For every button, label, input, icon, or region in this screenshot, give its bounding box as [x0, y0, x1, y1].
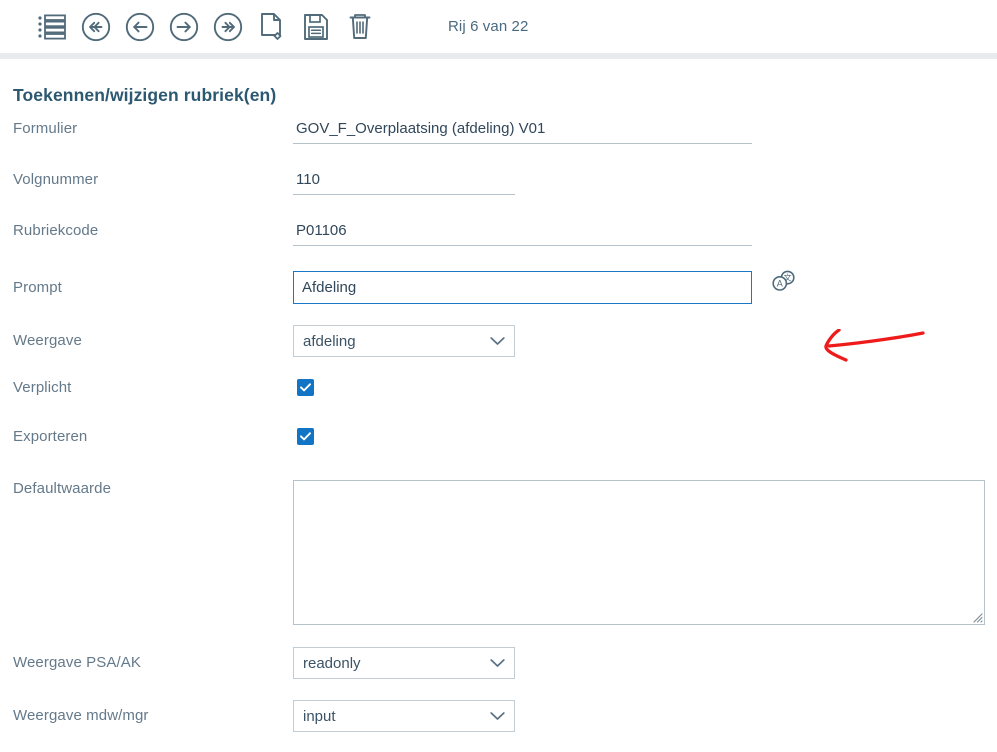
- toolbar-separator: [0, 53, 997, 59]
- weergave-psa-ak-select-wrapper: readonly: [293, 647, 515, 679]
- label-formulier: Formulier: [13, 120, 78, 137]
- volgnummer-input[interactable]: [293, 171, 515, 195]
- defaultwaarde-wrapper: [293, 480, 985, 625]
- label-volgnummer: Volgnummer: [13, 171, 99, 188]
- defaultwaarde-textarea[interactable]: [293, 480, 985, 625]
- last-record-icon[interactable]: [206, 5, 250, 49]
- row-counter: Rij 6 van 22: [448, 18, 529, 35]
- delete-icon[interactable]: [338, 5, 382, 49]
- form-page: Toekennen/wijzigen rubriek(en) Formulier…: [0, 85, 997, 732]
- rubriek-form: Formulier Volgnummer Rubriekcode Prompt: [0, 120, 997, 732]
- field-row-formulier: Formulier: [0, 120, 997, 144]
- save-icon[interactable]: [294, 5, 338, 49]
- exporteren-checkbox[interactable]: [297, 428, 314, 445]
- label-rubriekcode: Rubriekcode: [13, 222, 99, 239]
- label-prompt: Prompt: [13, 279, 62, 296]
- weergave-mdw-mgr-select-wrapper: input: [293, 700, 515, 732]
- label-weergave-mdw-mgr: Weergave mdw/mgr: [13, 707, 149, 724]
- prompt-input[interactable]: [293, 271, 752, 304]
- weergave-select[interactable]: afdeling: [293, 325, 515, 357]
- field-row-defaultwaarde: Defaultwaarde: [0, 480, 997, 625]
- rubriekcode-input[interactable]: [293, 222, 752, 246]
- field-row-weergave-psa-ak: Weergave PSA/AK readonly: [0, 647, 997, 679]
- field-row-prompt: Prompt 文 A: [0, 268, 997, 304]
- field-row-rubriekcode: Rubriekcode: [0, 222, 997, 246]
- weergave-select-wrapper: afdeling: [293, 325, 515, 357]
- verplicht-checkbox[interactable]: [297, 379, 314, 396]
- weergave-psa-ak-select[interactable]: readonly: [293, 647, 515, 679]
- label-weergave-psa-ak: Weergave PSA/AK: [13, 654, 141, 671]
- weergave-mdw-mgr-select[interactable]: input: [293, 700, 515, 732]
- svg-text:A: A: [777, 279, 783, 289]
- field-row-weergave: Weergave afdeling: [0, 325, 997, 362]
- field-row-volgnummer: Volgnummer: [0, 171, 997, 195]
- label-weergave: Weergave: [13, 332, 82, 349]
- field-row-exporteren: Exporteren: [0, 428, 997, 446]
- next-record-icon[interactable]: [162, 5, 206, 49]
- field-row-weergave-mdw-mgr: Weergave mdw/mgr input: [0, 700, 997, 732]
- page-title: Toekennen/wijzigen rubriek(en): [13, 85, 277, 105]
- label-verplicht: Verplicht: [13, 379, 72, 396]
- label-defaultwaarde: Defaultwaarde: [13, 480, 112, 497]
- label-exporteren: Exporteren: [13, 428, 88, 445]
- toolbar: Rij 6 van 22: [0, 0, 997, 53]
- new-document-icon[interactable]: [250, 5, 294, 49]
- first-record-icon[interactable]: [74, 5, 118, 49]
- list-view-icon[interactable]: [30, 5, 74, 49]
- red-arrow-annotation: [824, 329, 925, 362]
- translate-icon[interactable]: 文 A: [770, 268, 798, 296]
- formulier-input[interactable]: [293, 120, 752, 144]
- field-row-verplicht: Verplicht: [0, 379, 997, 397]
- previous-record-icon[interactable]: [118, 5, 162, 49]
